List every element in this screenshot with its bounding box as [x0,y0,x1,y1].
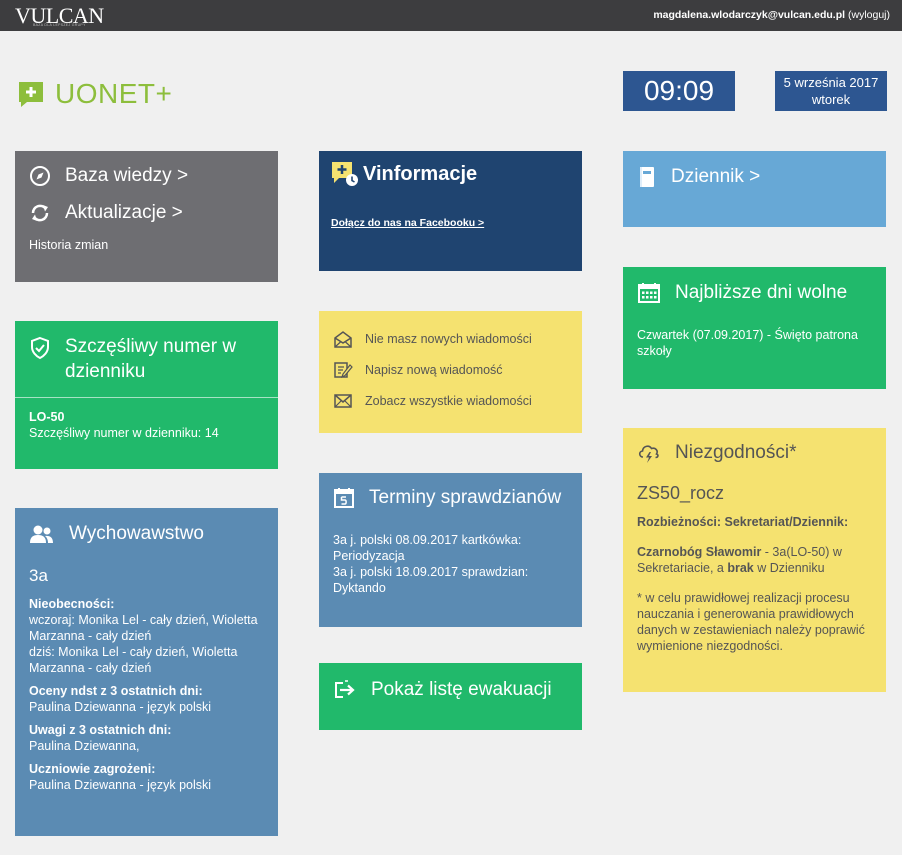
missing-word: brak [727,561,754,575]
dni-wolne-title: Najbliższe dni wolne [675,282,848,303]
uonet-logo-icon [19,82,43,107]
unit-code: ZS50_rocz [637,483,725,503]
envelope-icon [334,393,352,408]
top-bar: VULCAN BAZA DLA LEPSZEJ GRUPY magdalena.… [0,0,902,31]
tile-wiadomosci: Nie masz nowych wiadomości Napisz nową w… [319,311,582,433]
user-info: magdalena.wlodarczyk@vulcan.edu.pl (wylo… [653,9,890,21]
pencil-note-icon [334,361,353,378]
tile-terminy-sprawdzianow: Terminy sprawdzianów 3a j. polski 08.09.… [319,473,582,627]
baza-wiedzy-link[interactable]: Baza wiedzy > [29,163,264,188]
envelope-open-icon [334,330,352,348]
users-icon [30,525,53,543]
school-code: LO-50 [29,410,65,424]
dni-wolne-text: Czwartek (07.09.2017) - Święto patrona s… [637,328,858,358]
tile-ewakuacja[interactable]: Pokaż listę ewakuacji [319,663,582,730]
shield-icon [31,336,49,360]
szczesliwy-numer-title: Szczęśliwy numer w dzienniku [65,336,237,382]
tile-niezgodnosci: Niezgodności* ZS50_rocz Rozbieżności: Se… [623,428,886,692]
student-name: Czarnobóg Sławomir [637,545,762,559]
test-entry: 3a j. polski 08.09.2017 kartkówka: [333,533,522,547]
message-label: Zobacz wszystkie wiadomości [365,393,532,408]
app-title: UONET+ [55,78,173,109]
remarks-heading: Uwagi z 3 ostatnich dni: [29,723,172,737]
aktualizacje-link[interactable]: Aktualizacje > [29,200,264,225]
wychowawstwo-heading: Wychowawstwo [29,521,264,546]
date-text: 5 września 2017 [783,75,879,90]
compass-icon [30,166,50,186]
book-icon [640,167,654,187]
at-risk-text: Paulina Dziewanna - język polski [29,778,212,792]
evacuation-label: Pokaż listę ewakuacji [371,679,552,700]
calendar-day-icon [334,488,354,508]
niezgodnosci-title: Niezgodności* [675,442,797,463]
lucky-number-text: Szczęśliwy numer w dzienniku: 14 [29,426,219,440]
terminy-list: 3a j. polski 08.09.2017 kartkówka: Perio… [333,532,568,596]
failing-grades-section: Oceny ndst z 3 ostatnich dni: Paulina Dz… [29,683,264,715]
no-new-messages-link[interactable]: Nie masz nowych wiadomości [333,323,568,354]
test-entry: 3a j. polski 18.09.2017 sprawdzian: [333,565,529,579]
date-box: 5 września 2017 wtorek [775,71,887,111]
tile-baza-wiedzy: Baza wiedzy > Aktualizacje > Historia zm… [15,151,278,282]
tile-dni-wolne: Najbliższe dni wolne Czwartek (07.09.201… [623,267,886,389]
all-messages-link[interactable]: Zobacz wszystkie wiadomości [333,385,568,416]
weekday-text: wtorek [811,92,851,107]
tile-dziennik[interactable]: Dziennik > [623,151,886,227]
app-brand: UONET+ [17,78,172,110]
evacuation-list-link[interactable]: Pokaż listę ewakuacji [333,677,568,702]
facebook-link[interactable]: Dołącz do nas na Facebooku > [331,217,570,229]
message-label: Nie masz nowych wiadomości [365,331,532,346]
cloud-lightning-icon [638,445,659,463]
remarks-text: Paulina Dziewanna, [29,739,140,753]
remarks-section: Uwagi z 3 ostatnich dni: Paulina Dziewan… [29,722,264,754]
failing-grades-text: Paulina Dziewanna - język polski [29,700,212,714]
class-name: 3a [29,566,48,585]
vinformacje-icon [332,162,358,186]
aktualizacje-label: Aktualizacje > [65,202,183,223]
tile-wychowawstwo: Wychowawstwo 3a Nieobecności: wczoraj: M… [15,508,278,836]
test-topic: Dyktando [333,581,386,595]
message-label: Napisz nową wiadomość [365,362,503,377]
tile-szczesliwy-numer: Szczęśliwy numer w dzienniku LO-50 Szczę… [15,321,278,469]
absences-today: dziś: Monika Lel - cały dzień, Wioletta … [29,645,238,675]
clock-time: 09:09 [623,71,735,111]
discrepancy-note: * w celu prawidłowej realizacji procesu … [637,591,865,653]
historia-zmian-link[interactable]: Historia zmian [29,237,264,253]
terminy-heading: Terminy sprawdzianów [333,485,568,510]
niezgodnosci-heading: Niezgodności* [637,440,872,465]
vinformacje-heading: Vinformacje [331,161,570,187]
calendar-icon [638,283,660,303]
dziennik-link[interactable]: Dziennik > [637,164,872,189]
baza-wiedzy-label: Baza wiedzy > [65,165,189,186]
absences-section: Nieobecności: wczoraj: Monika Lel - cały… [29,596,264,676]
write-message-link[interactable]: Napisz nową wiadomość [333,354,568,385]
vinformacje-title: Vinformacje [363,162,478,185]
refresh-icon [31,204,49,222]
tile-vinformacje: Vinformacje Dołącz do nas na Facebooku > [319,151,582,271]
at-risk-section: Uczniowie zagrożeni: Paulina Dziewanna -… [29,761,264,793]
absences-heading: Nieobecności: [29,597,115,611]
logout-link[interactable]: (wyloguj) [848,9,890,21]
test-topic: Periodyzacja [333,549,405,563]
terminy-title: Terminy sprawdzianów [369,487,562,508]
failing-grades-heading: Oceny ndst z 3 ostatnich dni: [29,684,203,698]
szczesliwy-numer-body: LO-50 Szczęśliwy numer w dzienniku: 14 [15,398,278,441]
at-risk-heading: Uczniowie zagrożeni: [29,762,156,776]
szczesliwy-numer-header: Szczęśliwy numer w dzienniku [15,321,278,397]
discrepancy-heading: Rozbieżności: Sekretariat/Dziennik: [637,515,849,529]
user-email: magdalena.wlodarczyk@vulcan.edu.pl [653,9,846,21]
discrepancy-entry: Czarnobóg Sławomir - 3a(LO-50) w Sekreta… [637,544,872,576]
absences-yesterday: wczoraj: Monika Lel - cały dzień, Wiolet… [29,613,258,643]
dni-wolne-heading: Najbliższe dni wolne [637,280,872,305]
vulcan-logo-tagline: BAZA DLA LEPSZEJ GRUPY [33,23,86,27]
dziennik-label: Dziennik > [671,166,761,187]
exit-icon [335,680,355,698]
discrepancy-text-end: w Dzienniku [753,561,825,575]
wychowawstwo-title: Wychowawstwo [69,523,204,544]
